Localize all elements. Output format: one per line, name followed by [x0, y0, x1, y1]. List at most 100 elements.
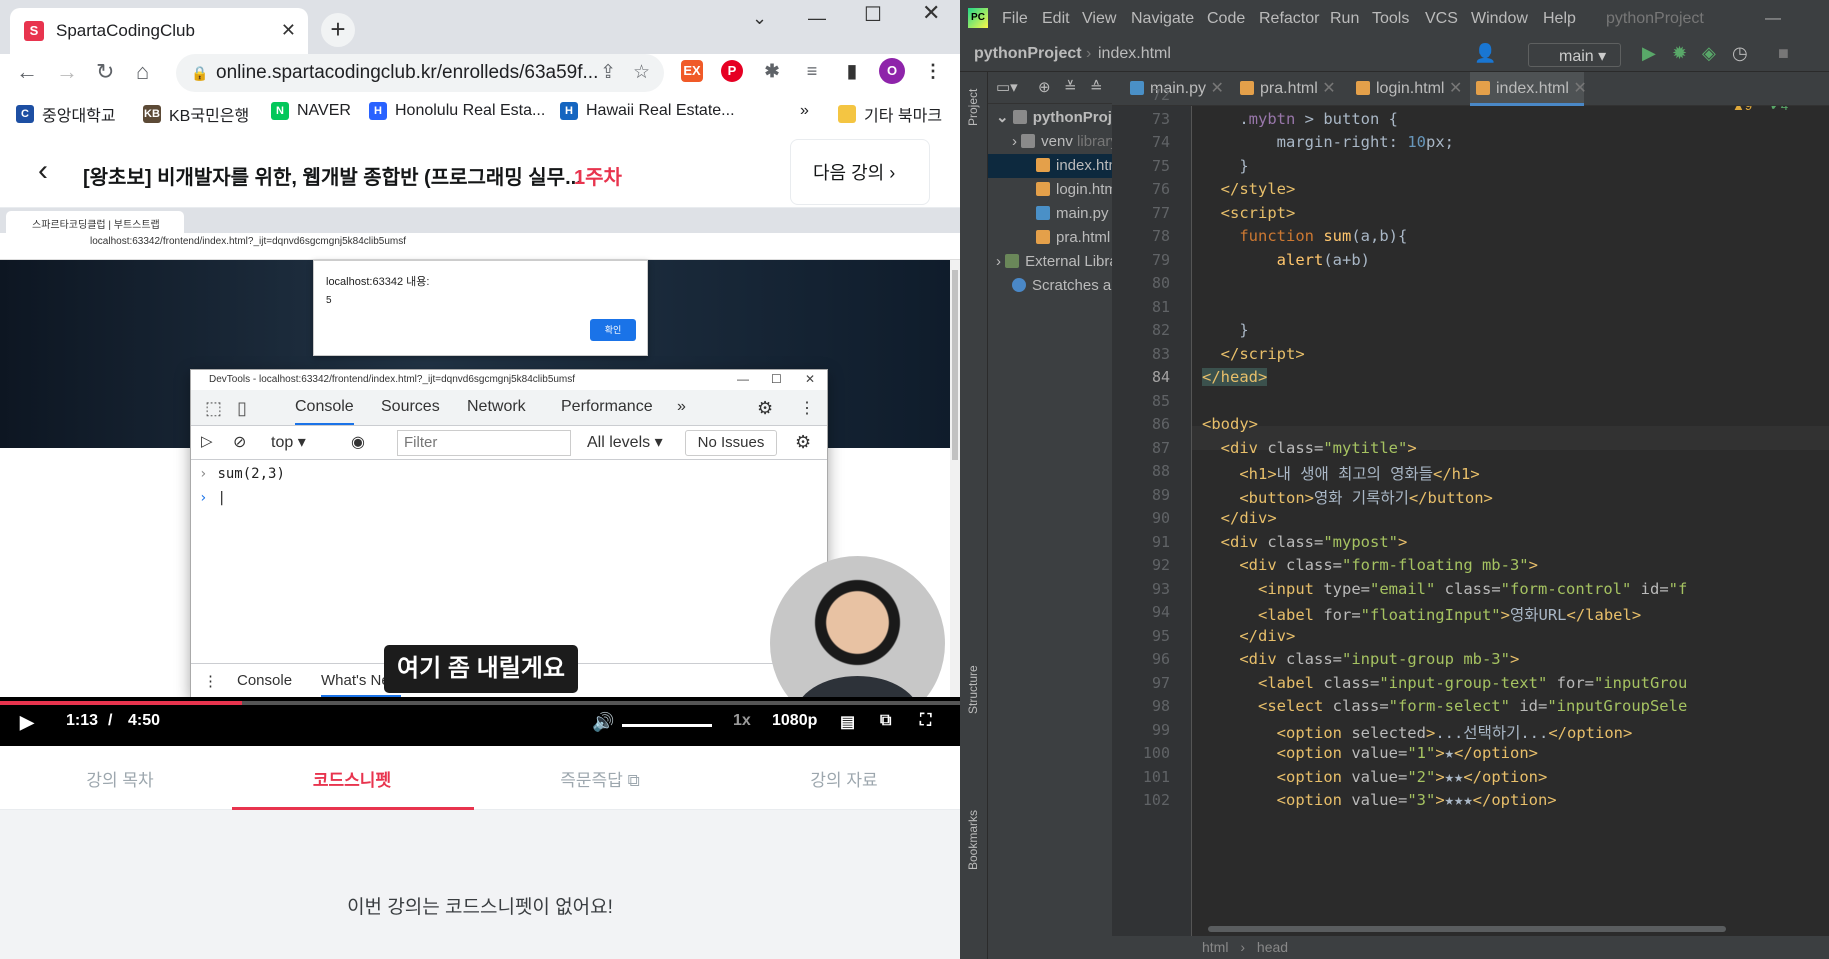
tree-item-main-py[interactable]: main.py [988, 202, 1112, 226]
pinterest-icon[interactable]: P [721, 60, 743, 82]
quality-button[interactable]: 1080p [772, 712, 817, 730]
close-icon[interactable]: ✕ [1210, 80, 1223, 97]
extensions-puzzle-icon[interactable]: ✱ [761, 60, 783, 82]
menu-refactor[interactable]: Refactor [1259, 10, 1319, 28]
debug-icon[interactable]: ✹ [1672, 43, 1687, 64]
close-icon[interactable]: ✕ [1449, 80, 1462, 97]
code-editor[interactable]: } .mybtn > button { margin-right: 10px; … [1192, 106, 1829, 936]
close-icon[interactable]: ✕ [1322, 80, 1335, 97]
new-tab-button[interactable]: + [321, 13, 355, 47]
play-icon[interactable]: ▶ [20, 712, 34, 733]
breadcrumb-project[interactable]: pythonProject [974, 45, 1082, 63]
bookmark-honolulu[interactable]: H Honolulu Real Esta... [369, 102, 545, 120]
menu-tools[interactable]: Tools [1372, 10, 1409, 28]
menu-code[interactable]: Code [1207, 10, 1245, 28]
pip-icon[interactable]: ⧉ [880, 712, 891, 730]
bookmarks-overflow-icon[interactable]: » [800, 102, 809, 120]
home-icon[interactable]: ⌂ [136, 59, 149, 85]
address-bar[interactable]: 🔒 online.spartacodingclub.kr/enrolleds/6… [176, 54, 664, 92]
close-window-icon[interactable]: ✕ [922, 0, 940, 26]
menu-run[interactable]: Run [1330, 10, 1359, 28]
tree-item-venv[interactable]: › venv library [988, 130, 1118, 154]
menu-help[interactable]: Help [1543, 10, 1576, 28]
ex-extension-icon[interactable]: EX [681, 60, 703, 82]
bookmark-hawaii[interactable]: H Hawaii Real Estate... [560, 102, 735, 120]
back-icon[interactable]: ← [16, 59, 38, 85]
editor-tab-login-html[interactable]: login.html ✕ [1350, 72, 1462, 106]
bookmarks-panel-label[interactable]: Bookmarks [966, 810, 980, 870]
tree-item-external-libraries[interactable]: › External Librarie [988, 250, 1134, 274]
menu-vcs[interactable]: VCS [1425, 10, 1458, 28]
collapse-all-icon[interactable]: ≙ [1090, 78, 1103, 96]
side-panel-icon[interactable]: ▮ [841, 60, 863, 82]
snippet-content: 이번 강의는 코드스니펫이 없어요! [0, 810, 960, 959]
locate-icon[interactable]: ⊕ [1038, 78, 1051, 96]
bookmark-kb[interactable]: KB KB국민은행 [143, 102, 249, 126]
horizontal-scrollbar[interactable] [1208, 926, 1726, 932]
close-icon[interactable]: ✕ [1573, 80, 1586, 97]
menu-edit[interactable]: Edit [1042, 10, 1070, 28]
other-bookmarks[interactable]: 기타 북마크 [838, 102, 942, 126]
tree-item-pra-html[interactable]: pra.html [988, 226, 1112, 250]
run-config-select[interactable]: main ▾ [1528, 43, 1621, 67]
panel-view-icon[interactable]: ▭▾ [996, 78, 1018, 96]
user-icon[interactable]: 👤 [1474, 43, 1496, 64]
media-icon[interactable]: ≡ [801, 60, 823, 82]
maximize-icon[interactable]: ☐ [864, 2, 882, 27]
ok-check-icon[interactable]: ✔4 [1770, 106, 1788, 114]
menu-file[interactable]: File [1002, 10, 1028, 28]
chrome-menu-icon[interactable]: ⋮ [922, 60, 944, 82]
close-tab-icon[interactable]: ✕ [281, 20, 296, 41]
speed-button[interactable]: 1x [733, 712, 751, 730]
tab-code-snippet[interactable]: 코드스니펫 [232, 766, 472, 791]
expand-all-icon[interactable]: ≚ [1064, 78, 1077, 96]
breadcrumb-file[interactable]: index.html [1098, 45, 1171, 63]
tab-qna[interactable]: 즉문즉답 ⧉ [480, 766, 720, 791]
editor-tab-pra-html[interactable]: pra.html ✕ [1234, 72, 1342, 106]
tree-item-login-html[interactable]: login.html [988, 178, 1120, 202]
video-player[interactable]: 스파르타코딩클럽 | 부트스트랩 localhost:63342/fronten… [0, 208, 960, 746]
next-lesson-button[interactable]: 다음 강의 › [790, 139, 930, 205]
bookmark-star-icon[interactable]: ☆ [633, 54, 650, 92]
share-icon[interactable]: ⇪ [600, 54, 616, 92]
forward-icon[interactable]: → [56, 59, 78, 85]
prompt-icon: › [199, 490, 208, 506]
bookmark-naver[interactable]: N NAVER [271, 102, 351, 120]
bookmark-cau[interactable]: C 중앙대학교 [16, 102, 116, 126]
editor-tab-index-html[interactable]: index.html ✕ [1470, 72, 1587, 106]
fullscreen-icon[interactable]: ⛶ [920, 712, 931, 730]
profile-icon[interactable]: ◷ [1732, 43, 1748, 64]
volume-slider[interactable] [622, 724, 712, 727]
subtitles-icon[interactable]: ▤ [840, 712, 855, 732]
tree-item-index-html[interactable]: index.html [988, 154, 1124, 178]
tab-lesson-toc[interactable]: 강의 목차 [0, 766, 240, 791]
minimize-icon[interactable]: — [808, 8, 826, 29]
menu-navigate[interactable]: Navigate [1131, 10, 1194, 28]
stop-icon[interactable]: ■ [1778, 43, 1789, 64]
code-line: <input type="email" class="form-control"… [1258, 580, 1688, 598]
menu-view[interactable]: View [1082, 10, 1116, 28]
status-path-head[interactable]: head [1257, 939, 1288, 955]
browser-tab[interactable]: S SpartaCodingClub ✕ [10, 8, 308, 54]
run-icon[interactable]: ▶ [1642, 43, 1656, 64]
tree-item-project[interactable]: ⌄ pythonProject [988, 106, 1134, 130]
line-number: 101 [1142, 767, 1170, 786]
reload-icon[interactable]: ↻ [96, 59, 114, 85]
code-line: <option value="2">★★</option> [1276, 768, 1548, 786]
coverage-icon[interactable]: ◈ [1702, 43, 1716, 64]
tab-materials[interactable]: 강의 자료 [724, 766, 960, 791]
project-panel-label[interactable]: Project [966, 89, 980, 126]
tab-search-icon[interactable]: ⌄ [752, 8, 767, 29]
course-back-icon[interactable]: ‹ [38, 154, 48, 188]
structure-panel-label[interactable]: Structure [966, 665, 980, 714]
progress-bar[interactable] [0, 701, 960, 705]
ide-minimize-icon[interactable]: — [1765, 10, 1781, 28]
warning-icon[interactable]: ▲9 [1732, 106, 1752, 113]
course-week: 1주차 [574, 167, 622, 189]
profile-avatar[interactable]: O [879, 58, 905, 84]
tree-item-scratches[interactable]: Scratches and C [988, 274, 1143, 298]
volume-icon[interactable]: 🔊 [592, 712, 614, 733]
status-path-html[interactable]: html [1202, 939, 1228, 955]
menu-window[interactable]: Window [1471, 10, 1528, 28]
code-line: <label class="input-group-text" for="inp… [1258, 674, 1688, 692]
